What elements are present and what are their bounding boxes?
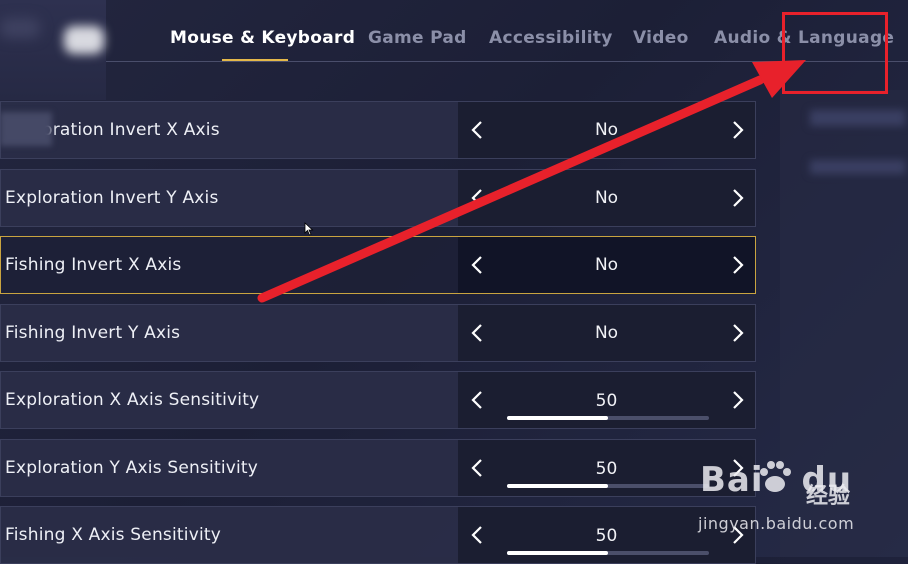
setting-row-exploration-y-sensitivity[interactable]: Exploration Y Axis Sensitivity 50 — [0, 439, 756, 497]
chevron-left-icon[interactable] — [462, 102, 492, 158]
setting-value: No — [594, 188, 619, 208]
chevron-left-icon[interactable] — [462, 507, 492, 563]
chevron-left-icon[interactable] — [462, 372, 492, 428]
mouse-cursor-icon — [304, 222, 314, 236]
setting-value: 50 — [595, 391, 618, 411]
setting-label: Exploration X Axis Sensitivity — [5, 390, 260, 410]
chevron-left-icon[interactable] — [462, 440, 492, 496]
setting-row-fishing-invert-x[interactable]: Fishing Invert X Axis No — [0, 236, 756, 294]
chevron-right-icon[interactable] — [723, 237, 753, 293]
tab-game-pad[interactable]: Game Pad — [368, 28, 467, 48]
annotation-highlight-box — [782, 12, 888, 94]
option-selector: No — [458, 170, 755, 226]
setting-label: Exploration Y Axis Sensitivity — [5, 458, 259, 478]
sensitivity-slider[interactable] — [507, 551, 709, 555]
setting-row-fishing-x-sensitivity[interactable]: Fishing X Axis Sensitivity 50 — [0, 506, 756, 564]
chevron-left-icon[interactable] — [462, 305, 492, 361]
setting-row-exploration-invert-y[interactable]: Exploration Invert Y Axis No — [0, 169, 756, 227]
option-selector: No — [458, 305, 755, 361]
setting-label: Fishing X Axis Sensitivity — [5, 525, 222, 545]
setting-row-exploration-invert-x[interactable]: Exploration Invert X Axis No — [0, 101, 756, 159]
slider-fill — [507, 416, 608, 420]
option-selector: No — [458, 237, 755, 293]
setting-label: Fishing Invert Y Axis — [5, 323, 181, 343]
tab-video[interactable]: Video — [633, 28, 689, 48]
sensitivity-slider[interactable] — [507, 484, 709, 488]
chevron-right-icon[interactable] — [723, 102, 753, 158]
chevron-right-icon[interactable] — [723, 372, 753, 428]
setting-value: No — [594, 255, 619, 275]
watermark-url: jingyan.baidu.com — [698, 514, 855, 533]
setting-label: Exploration Invert Y Axis — [5, 188, 219, 208]
tab-mouse-keyboard[interactable]: Mouse & Keyboard — [170, 28, 355, 48]
slider-fill — [507, 484, 608, 488]
chevron-right-icon[interactable] — [723, 170, 753, 226]
setting-value: No — [594, 120, 619, 140]
paw-icon — [760, 461, 791, 492]
sensitivity-slider[interactable] — [507, 416, 709, 420]
setting-value: 50 — [595, 526, 618, 546]
redacted-area — [0, 112, 52, 146]
watermark-chinese: 经验 — [806, 484, 851, 509]
setting-row-fishing-invert-y[interactable]: Fishing Invert Y Axis No — [0, 304, 756, 362]
chevron-right-icon[interactable] — [723, 305, 753, 361]
chevron-left-icon[interactable] — [462, 170, 492, 226]
setting-value: 50 — [595, 459, 618, 479]
chevron-left-icon[interactable] — [462, 237, 492, 293]
option-selector: No — [458, 102, 755, 158]
baidu-jingyan-watermark: Bai du 经验 jingyan.baidu.com — [690, 458, 870, 538]
slider-selector: 50 — [458, 372, 755, 428]
setting-value: No — [594, 323, 619, 343]
tab-accessibility[interactable]: Accessibility — [489, 28, 613, 48]
slider-fill — [507, 551, 608, 555]
settings-tab-bar: Mouse & Keyboard Game Pad Accessibility … — [0, 0, 908, 62]
setting-label: Fishing Invert X Axis — [5, 255, 182, 275]
setting-row-exploration-x-sensitivity[interactable]: Exploration X Axis Sensitivity 50 — [0, 371, 756, 429]
